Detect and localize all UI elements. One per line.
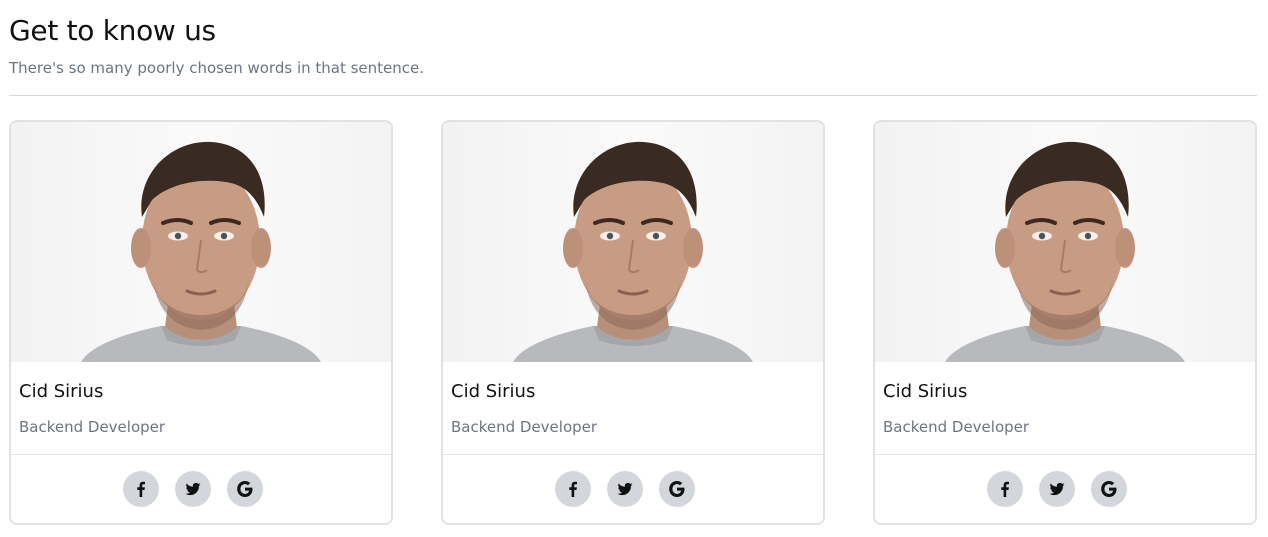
social-links (987, 471, 1127, 507)
google-button[interactable] (659, 471, 695, 507)
card-footer (875, 454, 1255, 523)
page-title: Get to know us (9, 14, 216, 47)
team-member-photo (443, 122, 823, 362)
page-subtitle: There's so many poorly chosen words in t… (9, 59, 425, 77)
portrait-photo (875, 122, 1255, 362)
team-member-photo (11, 122, 391, 362)
twitter-icon (617, 482, 633, 496)
facebook-icon (137, 481, 145, 497)
social-links (123, 471, 263, 507)
card-body: Cid Sirius Backend Developer (875, 362, 1255, 454)
page: Get to know us There's so many poorly ch… (0, 0, 1268, 537)
member-name: Cid Sirius (19, 381, 104, 402)
facebook-button[interactable] (123, 471, 159, 507)
member-name: Cid Sirius (451, 381, 536, 402)
card-body: Cid Sirius Backend Developer (11, 362, 391, 454)
facebook-button[interactable] (987, 471, 1023, 507)
google-button[interactable] (1091, 471, 1127, 507)
facebook-icon (1001, 481, 1009, 497)
section-header: Get to know us There's so many poorly ch… (9, 12, 1257, 78)
google-icon (1101, 481, 1117, 497)
card-footer (443, 454, 823, 523)
twitter-icon (1049, 482, 1065, 496)
facebook-button[interactable] (555, 471, 591, 507)
google-icon (669, 481, 685, 497)
facebook-icon (569, 481, 577, 497)
twitter-icon (185, 482, 201, 496)
portrait-photo (443, 122, 823, 362)
twitter-button[interactable] (607, 471, 643, 507)
team-cards: Cid Sirius Backend Developer Cid Sirius … (9, 120, 1257, 525)
team-card: Cid Sirius Backend Developer (9, 120, 393, 525)
team-card: Cid Sirius Backend Developer (441, 120, 825, 525)
google-button[interactable] (227, 471, 263, 507)
member-role: Backend Developer (451, 418, 598, 436)
member-role: Backend Developer (19, 418, 166, 436)
header-divider (9, 95, 1257, 96)
team-member-photo (875, 122, 1255, 362)
card-footer (11, 454, 391, 523)
twitter-button[interactable] (175, 471, 211, 507)
member-name: Cid Sirius (883, 381, 968, 402)
member-role: Backend Developer (883, 418, 1030, 436)
card-body: Cid Sirius Backend Developer (443, 362, 823, 454)
twitter-button[interactable] (1039, 471, 1075, 507)
social-links (555, 471, 695, 507)
portrait-photo (11, 122, 391, 362)
google-icon (237, 481, 253, 497)
team-card: Cid Sirius Backend Developer (873, 120, 1257, 525)
